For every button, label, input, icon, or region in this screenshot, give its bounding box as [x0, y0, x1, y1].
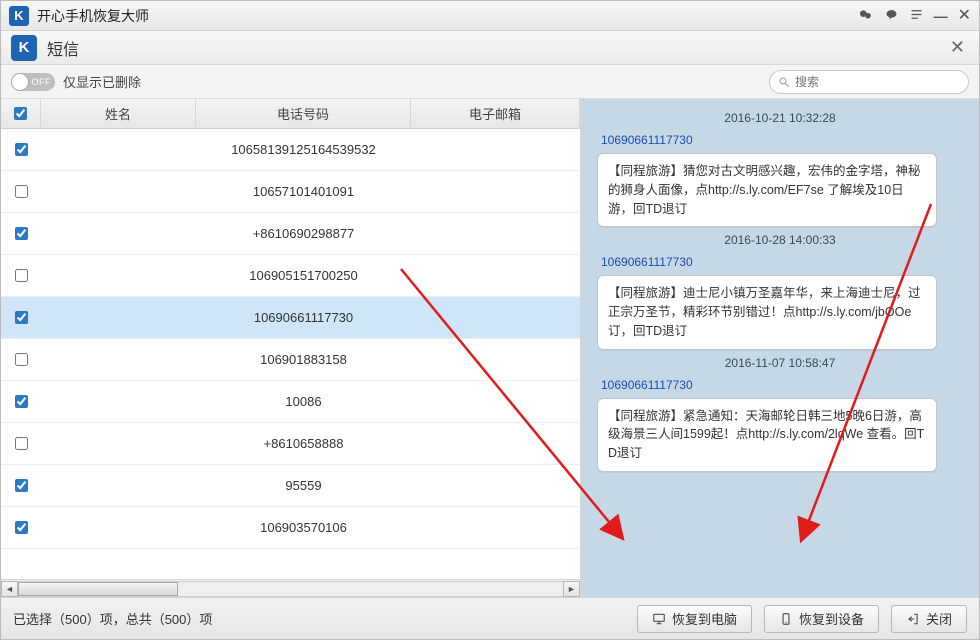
restore-to-device-label: 恢复到设备: [799, 609, 864, 628]
app-window: K 开心手机恢复大师 — ✕ K 短信 ✕ OFF 仅显示已删除: [0, 0, 980, 640]
device-icon: [779, 612, 793, 626]
row-phone: 10657101401091: [196, 184, 411, 199]
show-deleted-toggle[interactable]: OFF: [11, 73, 55, 91]
table-row[interactable]: +8610690298877: [1, 213, 580, 255]
row-phone: +8610658888: [196, 436, 411, 451]
row-checkbox[interactable]: [15, 185, 28, 198]
close-button-label: 关闭: [926, 609, 952, 628]
app-title: 开心手机恢复大师: [37, 6, 858, 26]
titlebar-icons: — ✕: [858, 7, 971, 25]
close-button[interactable]: 关闭: [891, 605, 967, 633]
close-icon[interactable]: ✕: [958, 8, 971, 24]
row-checkbox-cell[interactable]: [1, 227, 41, 240]
select-all-checkbox[interactable]: [14, 107, 27, 120]
message-sender: 10690661117730: [601, 133, 965, 147]
panel-close-icon[interactable]: ✕: [946, 37, 969, 58]
row-phone: 106901883158: [196, 352, 411, 367]
conversation: 2016-10-21 10:32:28 10690661117730 【同程旅游】猜…: [581, 99, 979, 597]
table-row[interactable]: 106901883158: [1, 339, 580, 381]
row-checkbox[interactable]: [15, 227, 28, 240]
header-phone[interactable]: 电话号码: [196, 99, 411, 128]
exit-icon: [906, 612, 920, 626]
row-checkbox-cell[interactable]: [1, 269, 41, 282]
titlebar: K 开心手机恢复大师 — ✕: [1, 1, 979, 31]
row-checkbox-cell[interactable]: [1, 353, 41, 366]
table-header: 姓名 电话号码 电子邮箱: [1, 99, 580, 129]
restore-to-pc-button[interactable]: 恢复到电脑: [637, 605, 752, 633]
row-checkbox-cell[interactable]: [1, 437, 41, 450]
minimize-icon[interactable]: —: [934, 9, 948, 23]
message-bubble: 【同程旅游】紧急通知：天海邮轮日韩三地5晚6日游，高级海景三人间1599起！点h…: [597, 398, 937, 472]
table-row[interactable]: 106903570106: [1, 507, 580, 549]
table-row[interactable]: 10086: [1, 381, 580, 423]
toggle-label: 仅显示已删除: [63, 72, 141, 91]
row-checkbox[interactable]: [15, 395, 28, 408]
left-panel: 姓名 电话号码 电子邮箱 10658139125164539532 1065710…: [1, 99, 581, 597]
header-checkbox-cell[interactable]: [1, 99, 41, 128]
row-checkbox[interactable]: [15, 437, 28, 450]
toolbar: OFF 仅显示已删除: [1, 65, 979, 99]
restore-to-pc-label: 恢复到电脑: [672, 609, 737, 628]
table-row[interactable]: +8610658888: [1, 423, 580, 465]
message-sender: 10690661117730: [601, 255, 965, 269]
table-row[interactable]: 10658139125164539532: [1, 129, 580, 171]
row-phone: 10690661117730: [196, 310, 411, 325]
main-area: 姓名 电话号码 电子邮箱 10658139125164539532 1065710…: [1, 99, 979, 597]
message-bubble: 【同程旅游】迪士尼小镇万圣嘉年华，来上海迪士尼，过正宗万圣节，精彩环节别错过！点…: [597, 275, 937, 349]
hscroll-right-arrow[interactable]: ►: [563, 581, 580, 597]
row-phone: +8610690298877: [196, 226, 411, 241]
restore-to-device-button[interactable]: 恢复到设备: [764, 605, 879, 633]
table-row[interactable]: 10657101401091: [1, 171, 580, 213]
table-body[interactable]: 10658139125164539532 10657101401091 +86106…: [1, 129, 580, 579]
chat-icon[interactable]: [884, 7, 899, 24]
row-checkbox[interactable]: [15, 479, 28, 492]
message-timestamp: 2016-11-07 10:58:47: [595, 356, 965, 370]
header-email[interactable]: 电子邮箱: [411, 99, 580, 128]
hscroll-thumb[interactable]: [18, 582, 178, 596]
row-checkbox[interactable]: [15, 353, 28, 366]
page-title: 短信: [47, 36, 946, 60]
row-phone: 10658139125164539532: [196, 142, 411, 157]
search-box[interactable]: [769, 70, 969, 94]
toggle-state-label: OFF: [32, 77, 52, 87]
message-timestamp: 2016-10-28 14:00:33: [595, 233, 965, 247]
search-icon: [778, 76, 790, 88]
row-checkbox-cell[interactable]: [1, 395, 41, 408]
hscroll-left-arrow[interactable]: ◄: [1, 581, 18, 597]
right-panel: 2016-10-21 10:32:28 10690661117730 【同程旅游】猜…: [581, 99, 979, 597]
search-input[interactable]: [795, 75, 960, 89]
row-checkbox-cell[interactable]: [1, 185, 41, 198]
table-row[interactable]: 106905151700250: [1, 255, 580, 297]
row-checkbox[interactable]: [15, 269, 28, 282]
table-row[interactable]: 95559: [1, 465, 580, 507]
menu-icon[interactable]: [909, 7, 924, 24]
row-phone: 10086: [196, 394, 411, 409]
subheader: K 短信 ✕: [1, 31, 979, 65]
hscroll-track[interactable]: [18, 581, 563, 597]
row-checkbox[interactable]: [15, 311, 28, 324]
row-checkbox[interactable]: [15, 143, 28, 156]
row-checkbox-cell[interactable]: [1, 521, 41, 534]
header-name[interactable]: 姓名: [41, 99, 196, 128]
app-logo: K: [9, 6, 29, 26]
horizontal-scrollbar[interactable]: ◄ ►: [1, 579, 580, 597]
row-checkbox-cell[interactable]: [1, 143, 41, 156]
row-phone: 106903570106: [196, 520, 411, 535]
message-timestamp: 2016-10-21 10:32:28: [595, 111, 965, 125]
bottom-bar: 已选择（500）项，总共（500）项 恢复到电脑 恢复到设备 关闭: [1, 597, 979, 639]
sub-logo: K: [11, 35, 37, 61]
row-phone: 95559: [196, 478, 411, 493]
row-checkbox-cell[interactable]: [1, 311, 41, 324]
message-sender: 10690661117730: [601, 378, 965, 392]
row-phone: 106905151700250: [196, 268, 411, 283]
table-row[interactable]: 10690661117730: [1, 297, 580, 339]
pc-icon: [652, 612, 666, 626]
row-checkbox-cell[interactable]: [1, 479, 41, 492]
status-text: 已选择（500）项，总共（500）项: [13, 609, 625, 628]
message-bubble: 【同程旅游】猜您对古文明感兴趣，宏伟的金字塔，神秘的狮身人面像，点http://…: [597, 153, 937, 227]
wechat-icon[interactable]: [858, 7, 874, 25]
row-checkbox[interactable]: [15, 521, 28, 534]
